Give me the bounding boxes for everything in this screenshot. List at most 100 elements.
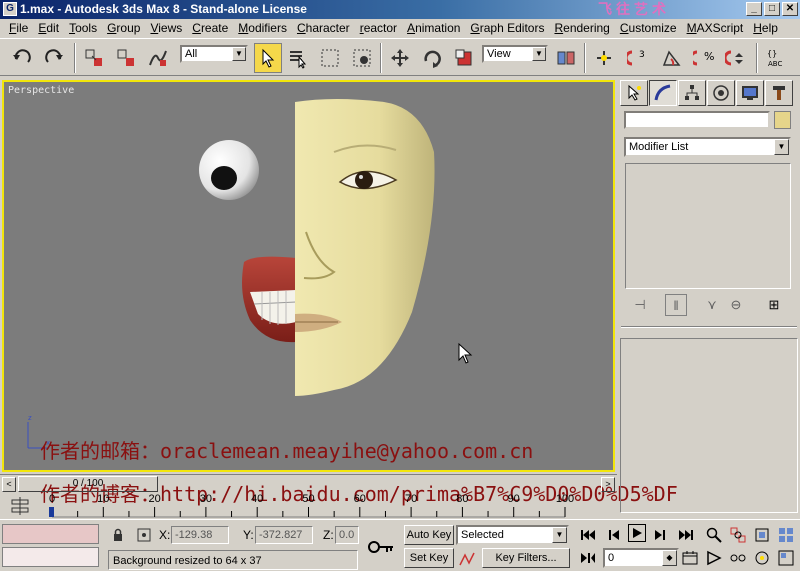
use-pivot-center-icon[interactable] xyxy=(552,43,580,73)
select-object-icon[interactable] xyxy=(254,43,282,73)
current-frame-value: 0 xyxy=(608,552,615,564)
menu-reactor[interactable]: reactor xyxy=(355,19,402,37)
edit-named-selection-icon[interactable]: {} ABC xyxy=(762,43,790,73)
next-frame-icon[interactable] xyxy=(650,525,670,545)
svg-text:%: % xyxy=(704,50,714,63)
percent-snap-icon[interactable]: % xyxy=(690,43,718,73)
track-bar[interactable]: 0 10 20 30 40 50 60 70 80 90 100 xyxy=(0,493,617,519)
menu-file[interactable]: File xyxy=(4,19,33,37)
perspective-viewport[interactable]: Perspective z x xyxy=(2,80,615,472)
menu-customize[interactable]: Customize xyxy=(615,19,682,37)
show-end-result-icon[interactable]: ‖ xyxy=(665,294,687,316)
undo-icon[interactable] xyxy=(8,43,36,73)
modifier-list-dropdown[interactable]: Modifier List ▼ xyxy=(624,137,791,157)
current-frame-field[interactable]: 0 ◆ xyxy=(603,548,679,568)
set-key-button[interactable]: Set Key xyxy=(404,548,454,568)
select-and-manipulate-icon[interactable] xyxy=(590,43,618,73)
minimize-button[interactable]: _ xyxy=(746,2,762,16)
auto-key-button[interactable]: Auto Key xyxy=(404,525,454,545)
menu-animation[interactable]: Animation xyxy=(402,19,465,37)
modifier-stack-view[interactable] xyxy=(625,163,791,289)
configure-modifier-sets-icon[interactable]: ⊞ xyxy=(763,294,785,316)
y-coordinate-field[interactable]: -372.827 xyxy=(255,526,313,544)
zoom-icon[interactable] xyxy=(704,525,724,545)
reference-coordinate-dropdown[interactable]: View ▼ xyxy=(482,45,548,63)
pan-view-icon[interactable] xyxy=(728,548,748,568)
selection-filter-dropdown[interactable]: All ▼ xyxy=(180,45,248,63)
spinner-snap-icon[interactable] xyxy=(722,43,750,73)
menu-edit[interactable]: Edit xyxy=(33,19,64,37)
menu-rendering[interactable]: Rendering xyxy=(549,19,614,37)
create-icon[interactable] xyxy=(620,80,648,106)
maximize-button[interactable]: □ xyxy=(764,2,780,16)
bind-to-space-warp-icon[interactable] xyxy=(144,43,172,73)
zoom-all-icon[interactable] xyxy=(728,525,748,545)
go-to-start-icon[interactable] xyxy=(578,525,598,545)
eyeball-model[interactable] xyxy=(199,140,259,200)
time-slider[interactable]: < 0 / 100 > xyxy=(0,474,617,493)
key-mode-value: Selected xyxy=(461,529,504,541)
menu-views[interactable]: Views xyxy=(145,19,187,37)
modify-icon[interactable] xyxy=(649,80,677,106)
default-in-out-tangents-icon[interactable] xyxy=(457,549,477,569)
angle-snap-icon[interactable] xyxy=(658,43,686,73)
rectangular-selection-icon[interactable] xyxy=(316,43,344,73)
menu-help[interactable]: Help xyxy=(748,19,783,37)
time-slider-next-icon[interactable]: > xyxy=(601,477,615,492)
arc-rotate-icon[interactable] xyxy=(752,548,772,568)
object-color-swatch[interactable] xyxy=(774,111,791,129)
key-filters-button[interactable]: Key Filters... xyxy=(482,548,570,568)
previous-frame-icon[interactable] xyxy=(604,525,624,545)
maximize-viewport-icon[interactable] xyxy=(776,548,796,568)
unlink-selection-icon[interactable] xyxy=(112,43,140,73)
menu-character[interactable]: Character xyxy=(292,19,355,37)
key-mode-toggle-icon[interactable] xyxy=(578,548,598,568)
z-coordinate-field[interactable]: 0.0 xyxy=(335,526,359,544)
object-name-field[interactable] xyxy=(624,111,770,129)
snaps-toggle-icon[interactable]: 3 xyxy=(624,43,652,73)
zoom-extents-icon[interactable] xyxy=(752,525,772,545)
decorative-logo-text: 飞往艺术 xyxy=(598,1,670,17)
select-by-name-icon[interactable] xyxy=(284,43,312,73)
pin-stack-icon[interactable]: ⊣ xyxy=(629,294,651,316)
select-and-rotate-icon[interactable] xyxy=(418,43,446,73)
make-unique-icon[interactable]: ⋎ xyxy=(701,294,723,316)
face-model[interactable] xyxy=(295,99,435,396)
time-slider-prev-icon[interactable]: < xyxy=(2,477,16,492)
redo-icon[interactable] xyxy=(40,43,68,73)
select-and-move-icon[interactable] xyxy=(386,43,414,73)
x-coordinate-field[interactable]: -129.38 xyxy=(171,526,229,544)
remove-modifier-icon[interactable]: ⊖ xyxy=(725,294,747,316)
3ds-max-icon[interactable]: G xyxy=(3,2,17,16)
maxscript-listener-mini[interactable] xyxy=(2,524,99,544)
key-mode-icon[interactable] xyxy=(366,536,396,558)
menu-create[interactable]: Create xyxy=(187,19,233,37)
menu-maxscript[interactable]: MAXScript xyxy=(682,19,749,37)
menu-tools[interactable]: Tools xyxy=(64,19,102,37)
maxscript-output-mini[interactable] xyxy=(2,547,99,567)
close-button[interactable]: ✕ xyxy=(782,2,798,16)
motion-icon[interactable] xyxy=(707,80,735,106)
toolbar-separator xyxy=(756,43,758,73)
select-and-scale-icon[interactable] xyxy=(450,43,478,73)
absolute-mode-transform-icon[interactable] xyxy=(134,525,154,545)
menu-modifiers[interactable]: Modifiers xyxy=(233,19,292,37)
time-slider-thumb[interactable]: 0 / 100 xyxy=(18,476,158,492)
utilities-icon[interactable] xyxy=(765,80,793,106)
menu-group[interactable]: Group xyxy=(102,19,145,37)
teeth-model[interactable] xyxy=(242,256,297,343)
stack-tools: ⊣ ‖ ⋎ ⊖ ⊞ xyxy=(625,294,791,316)
field-of-view-icon[interactable] xyxy=(704,548,724,568)
menu-graph-editors[interactable]: Graph Editors xyxy=(465,19,549,37)
time-configuration-icon[interactable] xyxy=(680,548,700,568)
play-animation-icon[interactable] xyxy=(628,524,646,542)
current-frame-marker[interactable] xyxy=(49,507,54,517)
zoom-extents-all-icon[interactable] xyxy=(776,525,796,545)
go-to-end-icon[interactable] xyxy=(676,525,696,545)
display-icon[interactable] xyxy=(736,80,764,106)
window-crossing-icon[interactable] xyxy=(348,43,376,73)
select-and-link-icon[interactable] xyxy=(80,43,108,73)
hierarchy-icon[interactable] xyxy=(678,80,706,106)
lock-selection-icon[interactable] xyxy=(108,525,128,545)
key-mode-dropdown[interactable]: Selected ▼ xyxy=(456,525,569,545)
